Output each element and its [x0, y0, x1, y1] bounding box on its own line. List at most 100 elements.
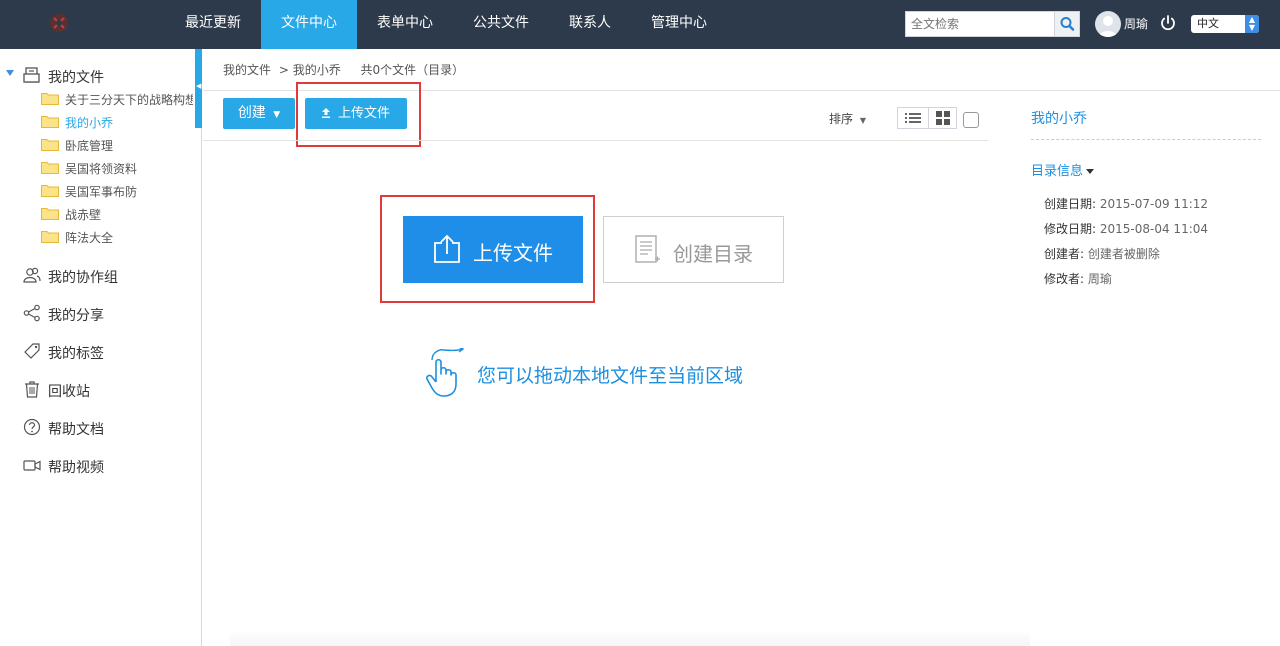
user-name[interactable]: 周瑜	[1124, 15, 1148, 32]
folder-icon	[41, 139, 59, 151]
info-panel-title: 我的小乔	[1031, 111, 1087, 127]
grid-view-button[interactable]	[929, 107, 957, 129]
collapse-arrow-icon: ◀	[196, 82, 202, 90]
info-value: 2015-07-09 11:12	[1099, 197, 1209, 211]
divider	[1031, 139, 1261, 140]
search-button[interactable]	[1054, 12, 1079, 36]
create-directory-button[interactable]: 创建目录	[603, 216, 784, 283]
directory-info-label: 目录信息	[1031, 164, 1084, 179]
sidebar-item-label: 我的分享	[48, 308, 104, 324]
search-input[interactable]	[906, 12, 1056, 36]
nav-admin-center[interactable]: 管理中心	[639, 0, 719, 49]
folder-item[interactable]: 战赤壁	[41, 204, 193, 224]
tag-icon	[24, 343, 40, 359]
folder-icon	[41, 162, 59, 174]
info-key: 修改日期:	[1044, 222, 1097, 236]
breadcrumb-current: > 我的小乔	[278, 63, 341, 77]
search-box	[905, 11, 1080, 37]
top-navigation-bar: 最近更新 文件中心 表单中心 公共文件 联系人 管理中心 周瑜 中文 ▲▼	[0, 0, 1280, 49]
info-key: 修改者:	[1044, 272, 1085, 286]
language-select-value: 中文	[1197, 17, 1219, 30]
upload-large-label: 上传文件	[473, 241, 553, 265]
folder-item[interactable]: 吴国将领资料	[41, 158, 193, 178]
sort-label: 排序	[829, 112, 854, 126]
sort-dropdown[interactable]: 排序 ▼	[829, 110, 866, 127]
nav-file-center[interactable]: 文件中心	[261, 0, 357, 49]
select-all-checkbox[interactable]	[963, 112, 979, 128]
nav-form-center[interactable]: 表单中心	[365, 0, 445, 49]
sidebar-item-label: 帮助视频	[48, 460, 104, 476]
folder-item[interactable]: 吴国军事布防	[41, 181, 193, 201]
breadcrumb: 我的文件 > 我的小乔 共0个文件（目录）	[223, 61, 468, 78]
caret-down-icon: ▼	[859, 116, 866, 125]
divider	[203, 140, 988, 141]
trash-icon	[25, 381, 39, 398]
help-icon	[23, 418, 41, 436]
tree-expand-caret-icon[interactable]	[6, 70, 14, 76]
folder-item[interactable]: 关于三分天下的战略构想	[41, 89, 193, 109]
list-view-icon	[905, 113, 921, 123]
drag-hand-icon	[426, 348, 465, 397]
create-button-label: 创建	[237, 105, 266, 121]
folder-icon	[41, 185, 59, 197]
search-icon	[1060, 17, 1075, 31]
info-row: 创建者: 创建者被删除	[1044, 245, 1160, 262]
sidebar-item-tags[interactable]: 我的标签	[22, 339, 194, 363]
my-files-icon	[23, 67, 40, 83]
sidebar-item-help-videos[interactable]: 帮助视频	[22, 453, 194, 477]
create-directory-label: 创建目录	[673, 242, 753, 266]
sidebar-item-groups[interactable]: 我的协作组	[22, 263, 194, 287]
directory-info-toggle[interactable]: 目录信息	[1031, 160, 1095, 179]
select-arrows-icon: ▲ ▼	[1245, 15, 1259, 33]
info-value: 周瑜	[1087, 272, 1112, 286]
power-icon[interactable]	[1159, 14, 1177, 32]
share-icon	[23, 304, 40, 322]
caret-down-icon	[1086, 169, 1095, 174]
sidebar-item-label: 回收站	[48, 384, 90, 400]
folder-item-active[interactable]: 我的小乔	[41, 112, 193, 132]
folder-label: 关于三分天下的战略构想	[65, 93, 193, 107]
nav-public-files[interactable]: 公共文件	[461, 0, 541, 49]
sidebar-collapse-handle[interactable]: ◀	[195, 49, 202, 128]
info-value: 2015-08-04 11:04	[1099, 222, 1209, 236]
sidebar-item-help-docs[interactable]: 帮助文档	[22, 415, 194, 439]
folder-label: 吴国军事布防	[65, 185, 138, 199]
create-button[interactable]: 创建 ▼	[223, 98, 295, 129]
sidebar-item-share[interactable]: 我的分享	[22, 301, 194, 325]
list-view-button[interactable]	[897, 107, 929, 129]
app-logo-icon[interactable]	[48, 12, 70, 34]
folder-label: 阵法大全	[65, 231, 114, 245]
sidebar-item-label: 帮助文档	[48, 422, 104, 438]
folder-label: 我的小乔	[65, 116, 114, 130]
divider	[203, 90, 1280, 91]
info-key: 创建日期:	[1044, 197, 1097, 211]
upload-file-button[interactable]: 上传文件	[305, 98, 407, 129]
drag-hint-text: 您可以拖动本地文件至当前区域	[477, 365, 744, 387]
folder-label: 卧底管理	[65, 139, 114, 153]
sidebar-item-label: 我的协作组	[48, 270, 118, 286]
sidebar-item-my-files[interactable]: 我的文件	[22, 63, 194, 87]
folder-icon	[41, 231, 59, 243]
info-key: 创建者:	[1044, 247, 1085, 261]
folder-item[interactable]: 阵法大全	[41, 227, 193, 247]
bottom-shadow	[230, 630, 1030, 646]
upload-icon	[322, 108, 330, 118]
upload-file-large-button[interactable]: 上传文件	[403, 216, 583, 283]
sidebar-item-recycle-bin[interactable]: 回收站	[22, 377, 194, 401]
avatar[interactable]	[1095, 11, 1121, 37]
drag-drop-hint: 您可以拖动本地文件至当前区域	[422, 348, 782, 400]
nav-contacts[interactable]: 联系人	[557, 0, 623, 49]
info-value: 创建者被删除	[1087, 247, 1160, 261]
folder-label: 吴国将领资料	[65, 162, 138, 176]
nav-recent-updates[interactable]: 最近更新	[173, 0, 253, 49]
breadcrumb-root-link[interactable]: 我的文件	[223, 63, 271, 77]
language-select[interactable]: 中文 ▲ ▼	[1191, 15, 1259, 33]
folder-item[interactable]: 卧底管理	[41, 135, 193, 155]
video-icon	[23, 460, 41, 471]
caret-down-icon: ▼	[273, 110, 281, 120]
grid-view-icon	[936, 111, 950, 125]
file-count-summary: 共0个文件（目录）	[360, 63, 465, 77]
group-icon	[23, 267, 41, 283]
info-row: 创建日期: 2015-07-09 11:12	[1044, 195, 1208, 212]
user-avatar-icon	[1099, 16, 1117, 37]
